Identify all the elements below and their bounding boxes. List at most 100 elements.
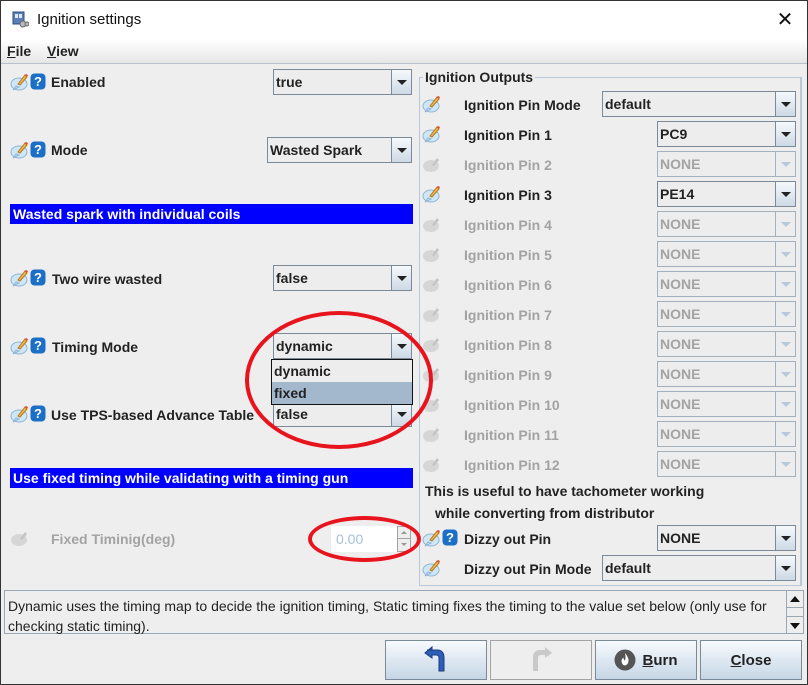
edit-comment-icon-disabled [11,532,27,546]
menu-view[interactable]: View [47,43,79,59]
timing-mode-combo[interactable]: dynamic [273,333,412,359]
ignition-pin-label: Ignition Pin 11 [464,427,559,443]
scroll-down-icon[interactable] [787,616,803,633]
description-text: Dynamic uses the timing map to decide th… [8,598,767,634]
chevron-down-icon[interactable] [391,334,411,358]
dizzy-out-pin-mode-combo[interactable]: default [602,555,796,581]
edit-comment-icon[interactable] [422,125,441,143]
svg-text:?: ? [34,338,42,353]
burn-button[interactable]: Burn [595,640,697,680]
ignition-pin-label: Ignition Pin 9 [464,367,552,383]
spinner-down-icon[interactable] [398,539,410,551]
dizzy-out-pin-label: Dizzy out Pin [464,531,552,547]
chevron-down-icon[interactable] [775,331,796,357]
edit-comment-icon[interactable] [10,269,29,287]
ignition-pin-combo[interactable]: NONE [657,211,796,237]
fixed-timing-input[interactable]: 0.00 [331,526,397,552]
scroll-up-icon[interactable] [787,591,803,608]
chevron-down-icon[interactable] [775,211,796,237]
description-scrollbar[interactable] [786,591,803,633]
redo-button[interactable] [490,640,592,680]
chevron-down-icon[interactable] [775,122,795,146]
ignition-pin-label: Ignition Pin 12 [464,457,560,473]
help-icon[interactable]: ? [30,405,46,422]
enabled-label: Enabled [51,74,106,90]
edit-comment-icon[interactable] [10,405,29,423]
edit-comment-icon[interactable] [422,529,441,547]
chevron-down-icon[interactable] [775,451,796,477]
edit-comment-icon-disabled [423,458,439,472]
ignition-pin-combo[interactable]: NONE [657,421,796,447]
ignition-pin-value: NONE [660,396,701,412]
chevron-down-icon[interactable] [391,138,411,162]
edit-comment-icon-disabled [423,338,439,352]
enabled-combo[interactable]: true [273,69,412,95]
ignition-pin-label: Ignition Pin 7 [464,307,552,323]
chevron-down-icon[interactable] [775,301,796,327]
edit-comment-icon[interactable] [10,73,29,91]
chevron-down-icon[interactable] [391,70,411,94]
ignition-pin-combo[interactable]: PC9 [657,121,796,147]
chevron-down-icon[interactable] [775,241,796,267]
help-icon[interactable]: ? [30,337,46,354]
ignition-pin-combo[interactable]: NONE [657,301,796,327]
menu-file-label: ile [15,43,32,59]
menu-file[interactable]: File [7,43,31,59]
undo-icon [424,645,445,672]
dizzy-out-pin-mode-value: default [605,560,651,576]
edit-comment-icon[interactable] [10,337,29,355]
chevron-down-icon[interactable] [775,271,796,297]
edit-comment-icon[interactable] [422,95,441,113]
timing-mode-option-fixed[interactable]: fixed [272,382,412,404]
two-wire-combo[interactable]: false [273,265,412,291]
spinner-buttons [397,526,411,552]
close-icon[interactable]: ✕ [773,8,797,32]
help-icon[interactable]: ? [30,73,46,90]
chevron-down-icon[interactable] [775,526,795,550]
mode-label: Mode [51,142,88,158]
help-icon[interactable]: ? [442,529,458,546]
chevron-down-icon[interactable] [391,402,411,426]
two-wire-value: false [276,270,308,286]
edit-comment-icon[interactable] [10,141,29,159]
timing-mode-option-dynamic[interactable]: dynamic [272,360,412,382]
undo-button[interactable] [385,640,487,680]
ignition-pin-mode-combo[interactable]: default [602,91,796,117]
chevron-down-icon[interactable] [775,421,796,447]
ignition-pin-combo[interactable]: NONE [657,391,796,417]
chevron-down-icon[interactable] [775,556,795,580]
ignition-pin-combo[interactable]: NONE [657,331,796,357]
ignition-pin-value: NONE [660,156,701,172]
ignition-pin-combo[interactable]: NONE [657,241,796,267]
chevron-down-icon[interactable] [775,92,795,116]
svg-text:?: ? [34,142,42,157]
description-panel: Dynamic uses the timing map to decide th… [4,590,804,634]
timing-mode-dropdown-list: dynamic fixed [271,359,413,405]
edit-comment-icon-disabled [423,308,439,322]
help-icon[interactable]: ? [30,269,46,286]
chevron-down-icon[interactable] [391,266,411,290]
edit-comment-icon-disabled [423,218,439,232]
mode-combo[interactable]: Wasted Spark [267,137,412,163]
spinner-up-icon[interactable] [398,527,410,539]
chevron-down-icon[interactable] [775,391,796,417]
help-icon[interactable]: ? [30,141,46,158]
chevron-down-icon[interactable] [775,361,796,387]
group-title: Ignition Outputs [423,69,536,85]
edit-comment-icon-disabled [423,278,439,292]
close-button[interactable]: Close [700,640,802,680]
dizzy-out-pin-combo[interactable]: NONE [657,525,796,551]
edit-comment-icon-disabled [423,158,439,172]
ignition-pin-combo[interactable]: PE14 [657,181,796,207]
ignition-pin-combo[interactable]: NONE [657,361,796,387]
fixed-timing-spinner[interactable]: 0.00 [331,526,413,552]
edit-comment-icon[interactable] [422,559,441,577]
ignition-pin-combo[interactable]: NONE [657,271,796,297]
ignition-pin-combo[interactable]: NONE [657,451,796,477]
ignition-pin-mode-label: Ignition Pin Mode [464,97,581,113]
edit-comment-icon[interactable] [422,185,441,203]
chevron-down-icon[interactable] [775,182,795,206]
ignition-pin-combo[interactable]: NONE [657,151,796,177]
chevron-down-icon[interactable] [775,151,796,177]
burn-accel: B [642,651,654,669]
